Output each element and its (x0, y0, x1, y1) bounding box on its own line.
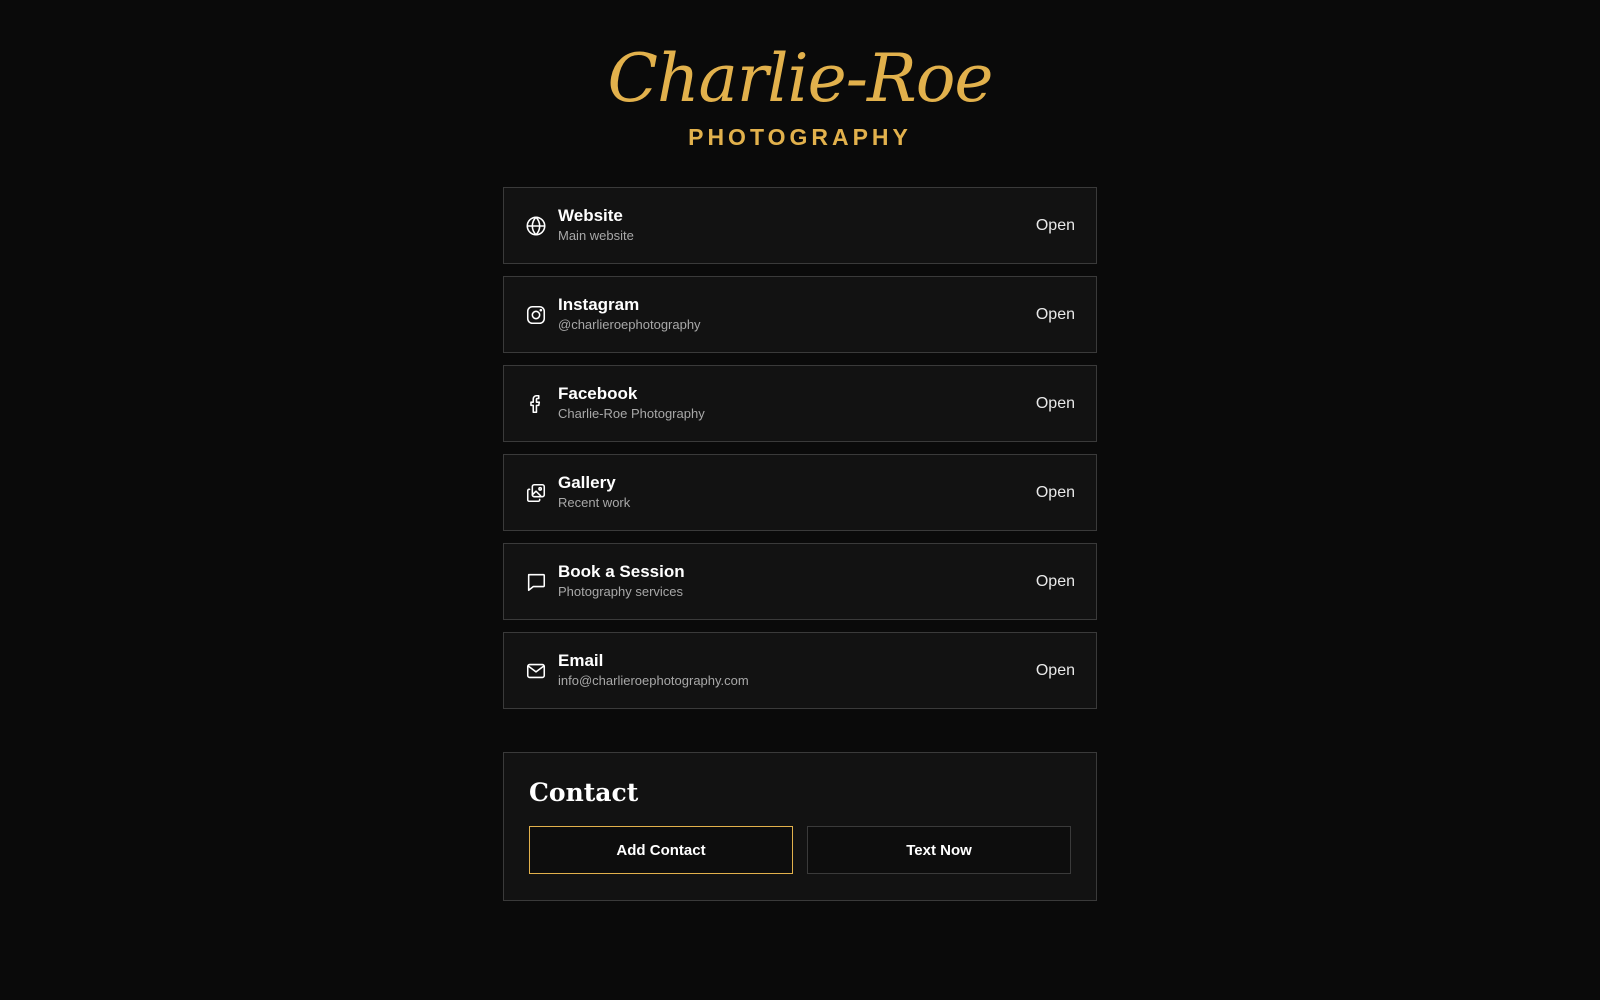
link-card-gallery[interactable]: Gallery Recent work Open (503, 454, 1097, 531)
link-subtitle: Recent work (558, 495, 631, 510)
link-subtitle: @charlieroephotography (558, 317, 701, 332)
contact-panel: Contact Add Contact Text Now (503, 752, 1097, 901)
link-title: Book a Session (558, 562, 685, 581)
link-title: Instagram (558, 295, 640, 314)
link-card-book-session[interactable]: Book a Session Photography services Open (503, 543, 1097, 620)
open-link[interactable]: Open (1036, 484, 1075, 502)
gallery-icon (525, 482, 547, 504)
open-link[interactable]: Open (1036, 395, 1075, 413)
link-card-website[interactable]: Website Main website Open (503, 187, 1097, 264)
link-subtitle: Charlie-Roe Photography (558, 406, 705, 421)
link-subtitle: info@charlieroephotography.com (558, 673, 749, 688)
link-subtitle: Photography services (558, 584, 684, 599)
open-link[interactable]: Open (1036, 217, 1075, 235)
link-title: Email (558, 651, 604, 670)
globe-icon (525, 215, 547, 237)
open-link[interactable]: Open (1036, 306, 1075, 324)
brand-subtitle: PHOTOGRAPHY (688, 124, 912, 150)
text-now-button[interactable]: Text Now (807, 826, 1071, 874)
mail-icon (525, 660, 547, 682)
instagram-icon (525, 304, 547, 326)
link-title: Facebook (558, 384, 638, 403)
link-list: Website Main website Open Instagram @cha… (503, 187, 1097, 721)
message-icon (525, 571, 547, 593)
open-link[interactable]: Open (1036, 662, 1075, 680)
link-title: Gallery (558, 473, 616, 492)
contact-title: Contact (529, 778, 639, 807)
link-subtitle: Main website (558, 228, 634, 243)
add-contact-button[interactable]: Add Contact (529, 826, 793, 874)
link-card-email[interactable]: Email info@charlieroephotography.com Ope… (503, 632, 1097, 709)
link-card-instagram[interactable]: Instagram @charlieroephotography Open (503, 276, 1097, 353)
brand-script: Charlie-Roe (607, 40, 994, 117)
link-card-facebook[interactable]: Facebook Charlie-Roe Photography Open (503, 365, 1097, 442)
contact-buttons: Add Contact Text Now (529, 826, 1071, 874)
open-link[interactable]: Open (1036, 573, 1075, 591)
facebook-icon (525, 393, 547, 415)
link-title: Website (558, 206, 623, 225)
brand-logo: Charlie-Roe PHOTOGRAPHY (0, 36, 1600, 152)
